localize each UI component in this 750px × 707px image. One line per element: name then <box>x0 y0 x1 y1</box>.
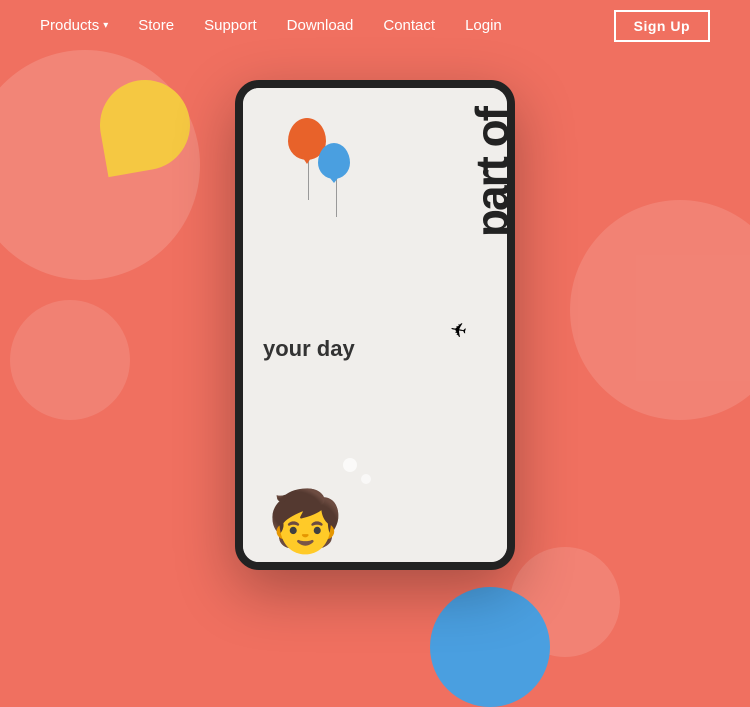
yellow-shape <box>93 73 197 177</box>
bubble1 <box>343 458 357 472</box>
nav-products-label: Products <box>40 17 99 34</box>
signup-button[interactable]: Sign Up <box>614 10 710 42</box>
nav-login[interactable]: Login <box>465 17 502 34</box>
nav-download-label: Download <box>287 17 354 34</box>
balloon-blue-string <box>336 179 337 217</box>
character-illustration: 🧒 <box>268 492 343 552</box>
device-wrapper: part of your day ✈ 🧒 <box>235 80 515 570</box>
balloon-orange-string <box>308 160 309 200</box>
blue-circle-bottom <box>430 587 550 707</box>
bg-circle-right <box>570 200 750 420</box>
nav-support[interactable]: Support <box>204 17 257 34</box>
nav-login-label: Login <box>465 17 502 34</box>
bubble2 <box>361 474 371 484</box>
nav-support-label: Support <box>204 17 257 34</box>
nav-contact[interactable]: Contact <box>383 17 435 34</box>
chevron-down-icon: ▾ <box>103 20 108 31</box>
balloon-blue-ball <box>318 143 350 179</box>
device: part of your day ✈ 🧒 <box>235 80 515 570</box>
device-screen: part of your day ✈ 🧒 <box>243 88 507 562</box>
vertical-text: part of <box>469 108 507 237</box>
bg-circle-mid-left <box>10 300 130 420</box>
nav-store[interactable]: Store <box>138 17 174 34</box>
nav-products[interactable]: Products ▾ <box>40 17 108 34</box>
nav-contact-label: Contact <box>383 17 435 34</box>
nav-download[interactable]: Download <box>287 17 354 34</box>
nav-items: Products ▾ Store Support Download Contac… <box>40 17 614 34</box>
your-day-text: your day <box>263 336 355 362</box>
airplane-icon: ✈ <box>448 317 469 345</box>
navigation: Products ▾ Store Support Download Contac… <box>0 0 750 51</box>
bg-circle-top-left <box>0 50 200 280</box>
nav-store-label: Store <box>138 17 174 34</box>
balloon-blue <box>318 143 354 187</box>
